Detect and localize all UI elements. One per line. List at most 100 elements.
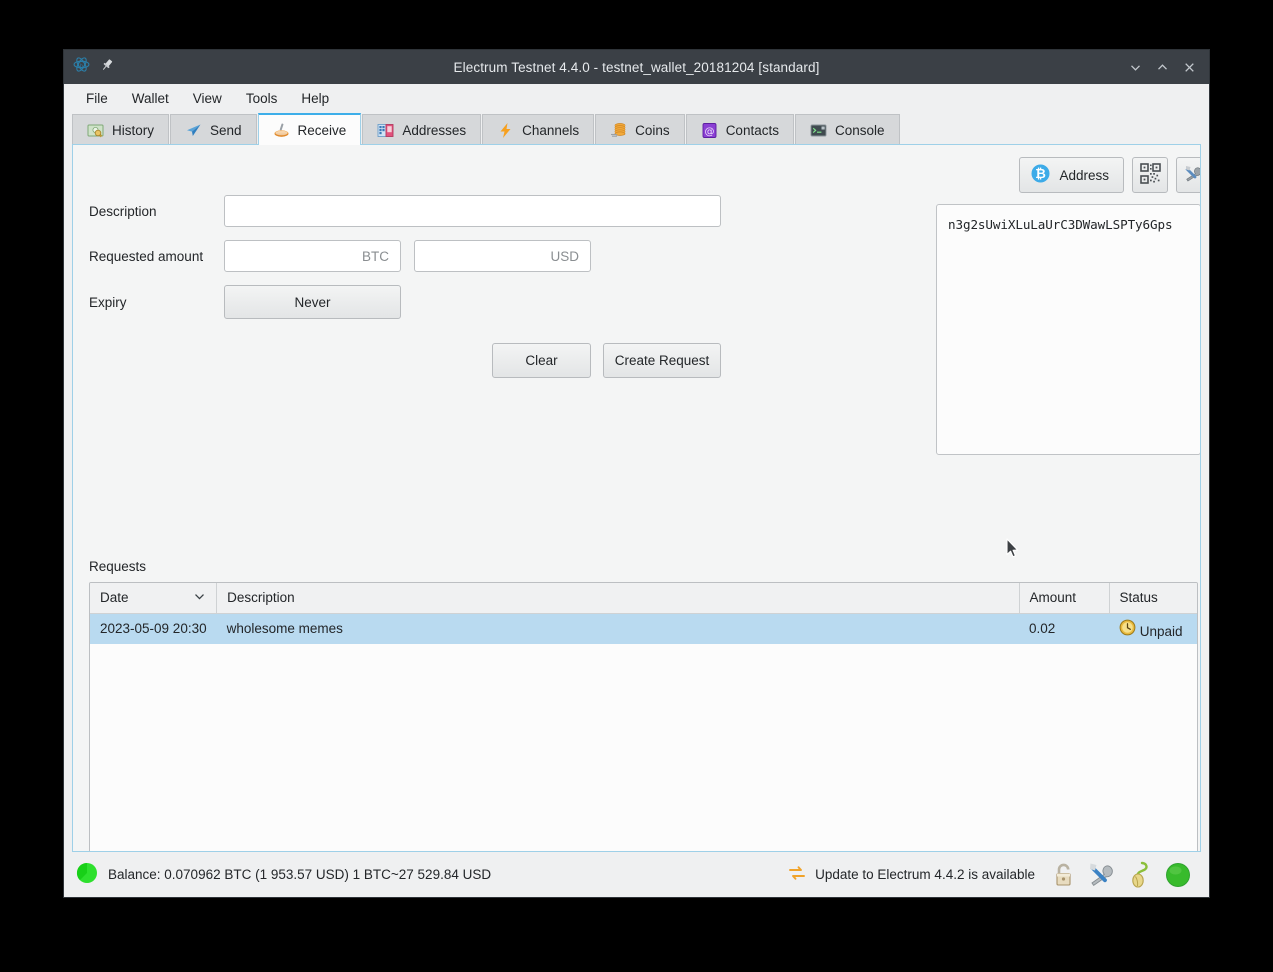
clear-button[interactable]: Clear <box>492 343 591 378</box>
coins-icon <box>610 122 627 139</box>
expiry-button[interactable]: Never <box>224 285 401 319</box>
cell-description: wholesome memes <box>216 613 1019 644</box>
address-panel: ₿ Address n3g2sUwiXLuLaUrC3DWawLSPTy6Gps <box>936 157 1200 455</box>
requested-amount-row: Requested amount <box>89 240 749 272</box>
menu-item-tools[interactable]: Tools <box>234 87 290 110</box>
green-circle-icon <box>76 862 98 887</box>
receive-pane: Description Requested amount Expiry Neve… <box>73 145 1200 851</box>
balance-group: Balance: 0.070962 BTC (1 953.57 USD) 1 B… <box>76 862 491 887</box>
title-bar: b Electrum Testnet 4.4.0 - testnet_walle… <box>64 50 1209 84</box>
tab-contacts[interactable]: @ Contacts <box>685 114 794 145</box>
preferences-tools-icon[interactable] <box>1087 860 1117 890</box>
tab-label: Console <box>834 122 885 138</box>
tab-label: Send <box>210 122 242 138</box>
column-header-amount[interactable]: Amount <box>1019 583 1110 614</box>
show-qr-button[interactable] <box>1132 157 1168 193</box>
expiry-label: Expiry <box>89 294 127 310</box>
address-display-box[interactable]: n3g2sUwiXLuLaUrC3DWawLSPTy6Gps <box>936 204 1200 455</box>
window-title: Electrum Testnet 4.4.0 - testnet_wallet_… <box>453 59 820 75</box>
svg-text:b: b <box>80 63 83 69</box>
description-row: Description <box>89 195 749 227</box>
svg-text:₿: ₿ <box>1036 167 1047 182</box>
receive-icon <box>273 122 290 139</box>
lightning-bolt-icon <box>497 122 514 139</box>
electrum-logo-icon: b <box>73 56 90 78</box>
menu-bar: File Wallet View Tools Help <box>64 84 1209 113</box>
sync-arrows-icon <box>788 864 806 885</box>
console-terminal-icon <box>810 122 827 139</box>
tab-receive[interactable]: Receive <box>257 113 362 145</box>
cell-amount: 0.02 <box>1019 613 1109 644</box>
address-tools-button[interactable] <box>1176 157 1200 193</box>
send-paperplane-icon <box>185 122 202 139</box>
update-text: Update to Electrum 4.4.2 is available <box>815 867 1035 882</box>
table-row[interactable]: 2023-05-09 20:30 wholesome memes 0.02 Un… <box>90 613 1197 644</box>
tab-label: Contacts <box>725 122 779 138</box>
clock-unpaid-icon <box>1119 619 1140 639</box>
network-status-green-icon[interactable] <box>1163 860 1193 890</box>
tab-label: History <box>112 122 155 138</box>
svg-text:@: @ <box>704 126 714 137</box>
create-request-button[interactable]: Create Request <box>603 343 721 378</box>
contacts-at-icon: @ <box>701 122 718 139</box>
chevron-down-icon <box>193 590 206 606</box>
requests-table: Date Description Amount Status 2023-05-0… <box>89 582 1198 851</box>
status-bar: Balance: 0.070962 BTC (1 953.57 USD) 1 B… <box>64 852 1209 897</box>
balance-text: Balance: 0.070962 BTC (1 953.57 USD) 1 B… <box>108 867 492 882</box>
tools-icon <box>1184 164 1200 187</box>
tab-addresses[interactable]: Addresses <box>362 114 482 145</box>
column-header-date[interactable]: Date <box>90 583 218 614</box>
menu-item-view[interactable]: View <box>181 87 234 110</box>
maximize-button[interactable] <box>1155 60 1169 74</box>
menu-item-file[interactable]: File <box>74 87 120 110</box>
title-bar-left-icons: b <box>64 56 114 78</box>
status-bar-icons <box>1049 860 1199 890</box>
qr-code-icon <box>1139 163 1161 187</box>
requests-section-label: Requests <box>89 559 147 574</box>
form-actions: Clear Create Request <box>89 343 749 378</box>
tab-coins[interactable]: Coins <box>595 114 685 145</box>
amount-usd-input[interactable] <box>414 240 591 272</box>
tab-history[interactable]: History <box>72 114 170 145</box>
window-controls <box>1128 60 1209 74</box>
address-button-label: Address <box>1059 167 1109 183</box>
update-notice[interactable]: Update to Electrum 4.4.2 is available <box>788 864 1035 885</box>
application-window: b Electrum Testnet 4.4.0 - testnet_walle… <box>64 50 1209 897</box>
receive-form: Description Requested amount Expiry Neve… <box>89 195 749 378</box>
tab-console[interactable]: Console <box>794 114 900 145</box>
address-toggle-button[interactable]: ₿ Address <box>1019 157 1124 193</box>
status-label: Unpaid <box>1139 623 1183 639</box>
addresses-icon <box>377 122 394 139</box>
bitcoin-icon: ₿ <box>1031 164 1050 186</box>
table-header-row: Date Description Amount Status <box>90 583 1197 614</box>
amount-btc-input[interactable] <box>224 240 401 272</box>
minimize-button[interactable] <box>1128 60 1142 74</box>
pin-icon[interactable] <box>100 58 114 77</box>
menu-item-help[interactable]: Help <box>289 87 341 110</box>
tab-content-panel: Description Requested amount Expiry Neve… <box>72 145 1201 852</box>
close-button[interactable] <box>1182 60 1196 74</box>
description-input[interactable] <box>224 195 721 227</box>
seed-icon[interactable] <box>1125 860 1155 890</box>
description-label: Description <box>89 203 157 219</box>
tab-label: Coins <box>635 122 670 138</box>
expiry-row: Expiry Never <box>89 285 749 319</box>
menu-item-wallet[interactable]: Wallet <box>120 87 181 110</box>
tab-label: Addresses <box>402 122 467 138</box>
cell-status: Unpaid <box>1109 613 1197 644</box>
lock-open-icon[interactable] <box>1049 860 1079 890</box>
column-header-status[interactable]: Status <box>1109 583 1197 614</box>
address-toolbar: ₿ Address <box>936 157 1200 193</box>
history-icon <box>87 122 104 139</box>
tab-label: Channels <box>522 122 580 138</box>
requested-amount-label: Requested amount <box>89 248 204 264</box>
tab-send[interactable]: Send <box>170 114 257 145</box>
receiving-address-text: n3g2sUwiXLuLaUrC3DWawLSPTy6Gps <box>948 217 1173 232</box>
cell-date: 2023-05-09 20:30 <box>90 613 217 644</box>
mouse-cursor <box>1006 538 1019 559</box>
tab-bar: History Send Receive Addresses Channels … <box>64 113 1209 145</box>
column-label: Date <box>100 590 129 606</box>
tab-channels[interactable]: Channels <box>482 114 595 145</box>
column-header-description[interactable]: Description <box>216 583 1020 614</box>
tab-label: Receive <box>297 122 347 138</box>
